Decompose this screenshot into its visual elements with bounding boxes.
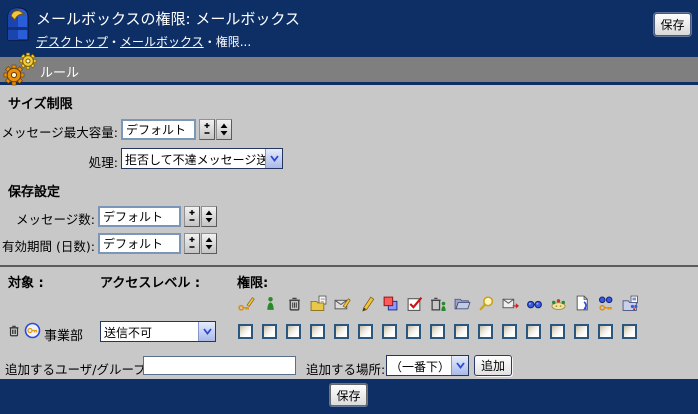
section-divider xyxy=(0,265,698,267)
max-size-updown-button[interactable] xyxy=(216,119,232,140)
plus-minus-icon xyxy=(187,209,197,224)
save-button-top[interactable]: 保存 xyxy=(654,13,691,36)
permission-mail-forward-icon[interactable] xyxy=(501,294,519,312)
permission-group-icon[interactable] xyxy=(549,294,567,312)
chevron-down-icon xyxy=(198,322,215,341)
permission-checkbox-11[interactable] xyxy=(478,324,493,339)
page-title: メールボックスの権限: メールボックス xyxy=(36,8,300,29)
access-level-select-value: 送信不可 xyxy=(101,322,198,341)
permission-checkbox-7[interactable] xyxy=(382,324,397,339)
mailbox-icon xyxy=(4,4,32,44)
permission-checkbox-5[interactable] xyxy=(334,324,349,339)
max-size-label: メッセージ最大容量: xyxy=(0,122,118,141)
message-count-input[interactable] xyxy=(98,206,181,227)
add-place-select[interactable]: （一番下） xyxy=(386,355,469,376)
action-select[interactable]: 拒否して不達メッセージ送信 xyxy=(121,148,283,169)
permission-mail-edit-icon[interactable] xyxy=(333,294,351,312)
up-down-icon xyxy=(204,209,214,224)
permission-checkmark-icon[interactable] xyxy=(405,294,423,312)
permission-squares-icon[interactable] xyxy=(381,294,399,312)
access-level-column-header: アクセスレベル : xyxy=(100,272,200,291)
permission-trash-icon[interactable] xyxy=(285,294,303,312)
permission-trash-person-icon[interactable] xyxy=(429,294,447,312)
permission-doc-arrow-icon[interactable] xyxy=(573,294,591,312)
period-label: 有効期間 (日数): xyxy=(0,236,95,255)
breadcrumb-tail: ・権限... xyxy=(204,35,251,49)
save-button-bottom[interactable]: 保存 xyxy=(330,384,367,406)
access-level-select[interactable]: 送信不可 xyxy=(100,321,216,342)
permission-checkbox-10[interactable] xyxy=(454,324,469,339)
chevron-down-icon xyxy=(265,149,282,168)
permission-checkbox-1[interactable] xyxy=(238,324,253,339)
plus-minus-icon xyxy=(187,236,197,251)
period-plusminus-button[interactable] xyxy=(184,233,200,254)
breadcrumb-separator: ・ xyxy=(108,35,120,49)
message-count-plusminus-button[interactable] xyxy=(184,206,200,227)
up-down-icon xyxy=(204,236,214,251)
chevron-down-icon xyxy=(451,356,468,375)
period-input[interactable] xyxy=(98,233,181,254)
max-size-plusminus-button[interactable] xyxy=(199,119,215,140)
permission-magnifier-icon[interactable] xyxy=(477,294,495,312)
message-count-label: メッセージ数: xyxy=(0,209,95,228)
permission-checkbox-6[interactable] xyxy=(358,324,373,339)
breadcrumb-link-mailbox[interactable]: メールボックス xyxy=(120,35,204,49)
permission-checkbox-16[interactable] xyxy=(598,324,613,339)
action-label: 処理: xyxy=(0,152,118,171)
permission-checkboxes-row xyxy=(238,324,646,339)
group-key-icon xyxy=(24,322,41,339)
add-place-select-value: （一番下） xyxy=(387,356,451,375)
gears-icon xyxy=(2,50,40,88)
breadcrumb-link-desktop[interactable]: デスクトップ xyxy=(36,35,108,49)
permission-person-icon[interactable] xyxy=(261,294,279,312)
permission-glasses-key-icon[interactable] xyxy=(597,294,615,312)
permission-checkbox-8[interactable] xyxy=(406,324,421,339)
permissions-column-header: 権限: xyxy=(237,272,268,291)
toolbar-label: ルール xyxy=(40,62,79,81)
add-place-label: 追加する場所: xyxy=(306,359,385,378)
retention-section-heading: 保存設定 xyxy=(8,181,60,200)
target-column-header: 対象 : xyxy=(8,272,44,291)
permission-checkbox-2[interactable] xyxy=(262,324,277,339)
message-count-updown-button[interactable] xyxy=(201,206,217,227)
permission-checkbox-15[interactable] xyxy=(574,324,589,339)
rules-toolbar xyxy=(0,57,698,85)
period-updown-button[interactable] xyxy=(201,233,217,254)
add-user-label: 追加するユーザ/グループ: xyxy=(5,359,150,378)
permission-folder-glasses-icon[interactable] xyxy=(621,294,639,312)
add-button[interactable]: 追加 xyxy=(474,355,512,376)
action-select-value: 拒否して不達メッセージ送信 xyxy=(122,149,265,168)
permission-checkbox-13[interactable] xyxy=(526,324,541,339)
size-section-heading: サイズ制限 xyxy=(8,93,73,112)
breadcrumb: デスクトップ・メールボックス・権限... xyxy=(36,33,251,50)
add-user-input[interactable] xyxy=(143,356,296,375)
permission-checkbox-3[interactable] xyxy=(286,324,301,339)
permission-folder-note-icon[interactable] xyxy=(309,294,327,312)
permission-icons-row xyxy=(237,294,645,312)
permission-key-edit-icon[interactable] xyxy=(237,294,255,312)
max-size-input[interactable] xyxy=(121,119,196,140)
acl-row-target-name: 事業部 xyxy=(44,325,83,344)
permission-checkbox-17[interactable] xyxy=(622,324,637,339)
permission-folder-open-icon[interactable] xyxy=(453,294,471,312)
permission-pencil-icon[interactable] xyxy=(357,294,375,312)
permission-glasses-icon[interactable] xyxy=(525,294,543,312)
delete-row-trash-icon[interactable] xyxy=(7,323,21,338)
permission-checkbox-4[interactable] xyxy=(310,324,325,339)
permission-checkbox-12[interactable] xyxy=(502,324,517,339)
plus-minus-icon xyxy=(202,122,212,137)
permission-checkbox-14[interactable] xyxy=(550,324,565,339)
permission-checkbox-9[interactable] xyxy=(430,324,445,339)
up-down-icon xyxy=(219,122,229,137)
